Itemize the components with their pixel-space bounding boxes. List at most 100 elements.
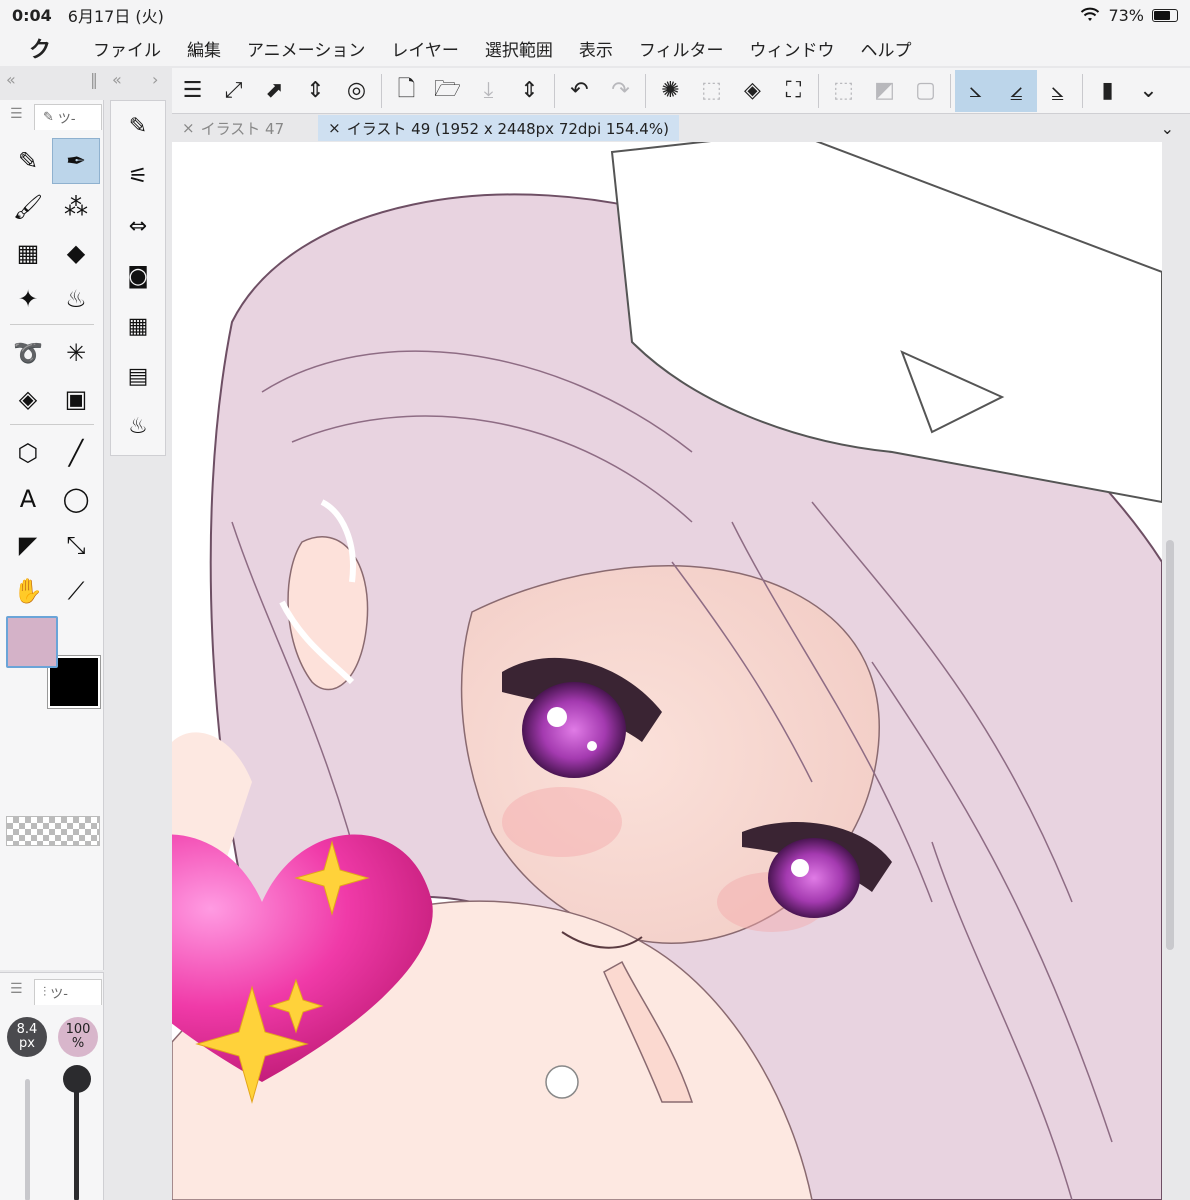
ruler-snap-icon[interactable]: ⦣: [955, 69, 996, 112]
fill-icon[interactable]: ◈: [732, 70, 773, 112]
collapse-sub-icon[interactable]: «: [112, 70, 122, 89]
clear-selection-icon[interactable]: ⬚: [691, 70, 732, 112]
menu-help[interactable]: ヘルプ: [848, 36, 925, 61]
tool-property-icon[interactable]: ⚟: [111, 151, 165, 201]
undo-icon[interactable]: ↶: [559, 70, 600, 112]
canvas-scrollbar[interactable]: [1166, 540, 1174, 950]
magic-wand-icon[interactable]: ✳: [52, 330, 100, 376]
eyedropper-icon[interactable]: ⟋: [52, 568, 100, 614]
updown-icon[interactable]: ⇕: [295, 70, 336, 112]
drawing-canvas[interactable]: [172, 142, 1162, 1200]
frame-border-icon[interactable]: ◤: [4, 522, 52, 568]
timeline-icon[interactable]: ▤: [111, 351, 165, 401]
fit-screen-icon[interactable]: ⤢: [213, 70, 254, 112]
menu-file[interactable]: ファイル: [80, 36, 174, 61]
tab-illust-49[interactable]: × イラスト 49 (1952 x 2448px 72dpi 154.4%): [318, 115, 679, 141]
wifi-icon: [1081, 7, 1100, 21]
new-file-icon[interactable]: 🗋: [386, 70, 427, 112]
gradient-icon[interactable]: ▣: [52, 376, 100, 422]
command-bar: ☰ ⤢ ⬈ ⇕ ◎ 🗋 🗁 ⤓ ⇕ ↶ ↷ ✺ ⬚ ◈ ⛶ ⬚ ◩ ▢ ⦣ ⦤ …: [172, 68, 1190, 114]
updown-2-icon[interactable]: ⇕: [509, 70, 550, 112]
battery-icon: [1152, 8, 1178, 22]
status-bar: 0:04 6月17日 (火) 73%: [0, 0, 1190, 30]
opacity-slider-knob[interactable]: [63, 1065, 91, 1093]
scale-icon[interactable]: ⛶: [773, 70, 814, 112]
fill-bucket-icon[interactable]: ◈: [4, 376, 52, 422]
tab-illust-47[interactable]: × イラスト 47: [172, 115, 294, 141]
color-set-icon[interactable]: ▦: [111, 301, 165, 351]
device-icon[interactable]: ▮: [1087, 70, 1128, 112]
menu-window[interactable]: ウィンドウ: [737, 36, 848, 61]
tool-palette: ☰ ✎ ツ- ✎ ✒ 🖌 ⁂ ▦ ◆ ✦ ♨ ➰ ✳ ◈ ▣ ⬡ ╱ A ◯ ◤…: [0, 100, 104, 970]
sub-tool-detail-icon[interactable]: ✎: [111, 101, 165, 151]
line-icon[interactable]: ╱: [52, 430, 100, 476]
close-icon[interactable]: ×: [182, 119, 195, 137]
selection-border-icon[interactable]: ▢: [905, 70, 946, 112]
text-icon[interactable]: A: [4, 476, 52, 522]
transparent-color-swatch[interactable]: [6, 816, 100, 846]
open-folder-icon[interactable]: 🗁: [427, 70, 468, 112]
battery-percent: 73%: [1108, 5, 1144, 25]
brush-size-panel: ☰ ⫶ ツ- 8.4 px 100 %: [0, 972, 104, 1200]
document-tab-bar: × イラスト 47 × イラスト 49 (1952 x 2448px 72dpi…: [172, 114, 1190, 142]
deselect-icon[interactable]: ⬚: [823, 70, 864, 112]
illustration: [172, 142, 1162, 1200]
brush-snap-icon[interactable]: ⦤: [996, 69, 1037, 112]
close-icon[interactable]: ×: [328, 119, 341, 137]
main-color-swatch[interactable]: [6, 616, 58, 668]
brush-tab-label: ツ-: [50, 987, 68, 1002]
menu-layer[interactable]: レイヤー: [378, 36, 472, 61]
menu-icon[interactable]: ☰: [172, 70, 213, 112]
brush-size-value[interactable]: 8.4 px: [7, 1017, 47, 1057]
menu-edit[interactable]: 編集: [174, 36, 234, 61]
material-icon[interactable]: ♨: [111, 401, 165, 451]
tab-list-chevron-icon[interactable]: ⌄: [1161, 119, 1190, 138]
slider-tab-icon: ⫶: [43, 985, 47, 1000]
app-logo-icon[interactable]: ク: [0, 32, 80, 64]
menu-view[interactable]: 表示: [566, 36, 626, 61]
tool-tab-label: ツ-: [57, 112, 76, 127]
collapse-left-icon[interactable]: «: [6, 70, 16, 89]
menu-bar: ク ファイル 編集 アニメーション レイヤー 選択範囲 表示 フィルター ウィン…: [0, 30, 1190, 66]
hand-icon[interactable]: ✋: [4, 568, 52, 614]
pen-tab-icon: ✎: [43, 110, 54, 125]
layer-property-icon[interactable]: ◙: [111, 251, 165, 301]
status-time: 0:04: [12, 5, 52, 25]
opacity-slider-track[interactable]: [74, 1079, 79, 1200]
opacity-value[interactable]: 100 %: [58, 1017, 98, 1057]
palette-menu-icon[interactable]: ☰: [10, 106, 23, 122]
balloon-icon[interactable]: ◯: [52, 476, 100, 522]
tool-grid: ✎ ✒ 🖌 ⁂ ▦ ◆ ✦ ♨ ➰ ✳ ◈ ▣ ⬡ ╱ A ◯ ◤ ⤡ ✋ ⟋: [4, 138, 100, 614]
menu-animation[interactable]: アニメーション: [234, 36, 378, 61]
size-slider-track[interactable]: [25, 1079, 30, 1200]
sub-tool-column: ✎ ⚟ ⇔ ◙ ▦ ▤ ♨: [110, 100, 166, 456]
pen-icon[interactable]: ✒: [52, 138, 100, 184]
pencil-icon[interactable]: ✎: [4, 138, 52, 184]
save-icon[interactable]: ⤓: [468, 70, 509, 112]
redo-icon[interactable]: ↷: [600, 70, 641, 112]
transform-icon[interactable]: ⬈: [254, 70, 295, 112]
brush-size-tab[interactable]: ⫶ ツ-: [34, 979, 102, 1005]
menu-filter[interactable]: フィルター: [626, 36, 737, 61]
tool-tab[interactable]: ✎ ツ-: [34, 104, 102, 130]
expand-sub-icon[interactable]: ›: [152, 70, 158, 89]
airbrush-icon[interactable]: ⁂: [52, 184, 100, 230]
sparkle-icon[interactable]: ✦: [4, 276, 52, 322]
ruler-icon[interactable]: ⤡: [52, 522, 100, 568]
loading-icon[interactable]: ✺: [650, 70, 691, 112]
decoration-icon[interactable]: ▦: [4, 230, 52, 276]
blend-icon[interactable]: ♨: [52, 276, 100, 322]
eraser-icon[interactable]: ◆: [52, 230, 100, 276]
lasso-icon[interactable]: ➰: [4, 330, 52, 376]
perspective-snap-icon[interactable]: ⦥: [1037, 70, 1078, 112]
menu-selection[interactable]: 選択範囲: [472, 36, 566, 61]
drag-handle-icon[interactable]: ‖: [90, 70, 98, 89]
brush-icon[interactable]: 🖌: [4, 184, 52, 230]
spiral-icon[interactable]: ◎: [336, 70, 377, 112]
chevron-down-icon[interactable]: ⌄: [1128, 70, 1169, 112]
panel-menu-icon[interactable]: ☰: [10, 981, 23, 997]
object-select-icon[interactable]: ⬡: [4, 430, 52, 476]
status-date: 6月17日 (火): [67, 7, 164, 26]
navigator-icon[interactable]: ⇔: [111, 201, 165, 251]
invert-selection-icon[interactable]: ◩: [864, 70, 905, 112]
